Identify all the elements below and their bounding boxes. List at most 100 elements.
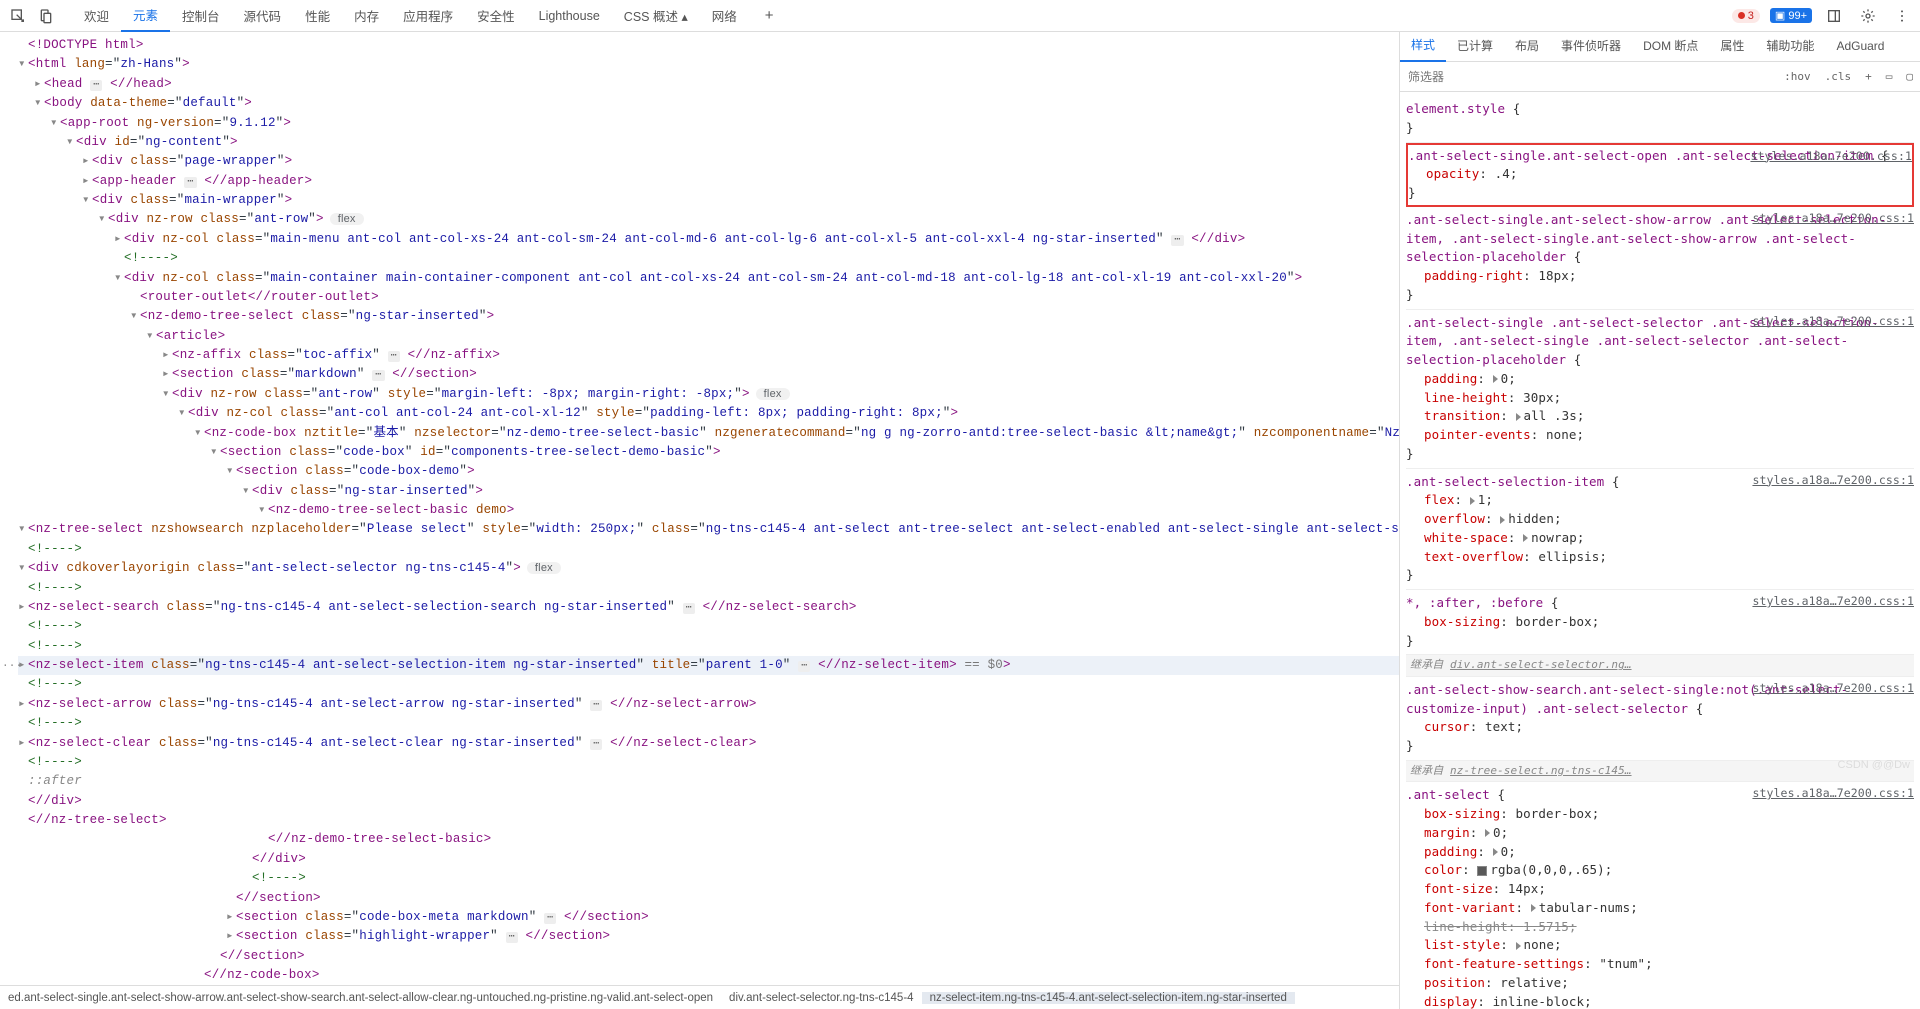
style-property[interactable]: padding: 0; — [1406, 843, 1914, 862]
style-property[interactable]: display: inline-block; — [1406, 993, 1914, 1009]
crumb[interactable]: ed.ant-select-single.ant-select-show-arr… — [0, 992, 721, 1004]
style-tab-已计算[interactable]: 已计算 — [1446, 32, 1504, 61]
error-badge[interactable]: 3 — [1732, 9, 1760, 23]
dom-line[interactable]: <//section> — [210, 947, 1399, 966]
dom-line[interactable]: <!----> — [18, 675, 1399, 694]
source-link[interactable]: styles.a18a…7e200.css:1 — [1750, 148, 1912, 165]
dom-line[interactable]: <!----> — [18, 637, 1399, 656]
style-property[interactable]: font-feature-settings: "tnum"; — [1406, 955, 1914, 974]
dom-line[interactable]: <//nz-tree-select> — [18, 811, 1399, 830]
dom-line[interactable]: ▾<nz-demo-tree-select class="ng-star-ins… — [130, 307, 1399, 326]
dom-line[interactable]: <//nz-demo-tree-select-basic> — [258, 830, 1399, 849]
style-property[interactable]: cursor: text; — [1406, 718, 1914, 737]
dom-line[interactable]: ▸<section class="markdown" ⋯ <//section> — [162, 365, 1399, 384]
style-tab-属性[interactable]: 属性 — [1709, 32, 1755, 61]
dom-line[interactable]: ▾<div class="main-wrapper"> — [82, 191, 1399, 210]
style-tab-样式[interactable]: 样式 — [1400, 32, 1446, 62]
style-property[interactable]: font-size: 14px; — [1406, 880, 1914, 899]
dom-line[interactable]: ▸<section class="highlight-wrapper" ⋯ </… — [226, 927, 1399, 946]
dom-line[interactable]: ▾<nz-code-box nztitle="基本" nzselector="n… — [194, 424, 1399, 443]
dom-line[interactable]: ▾<body data-theme="default"> — [34, 94, 1399, 113]
css-rule[interactable]: styles.a18a…7e200.css:1.ant-select-singl… — [1406, 310, 1914, 469]
dom-line[interactable]: ▸<div nz-col class="main-menu ant-col an… — [114, 230, 1399, 249]
tab-内存[interactable]: 内存 — [342, 0, 391, 31]
dom-line[interactable]: <//div> — [18, 792, 1399, 811]
filter-input[interactable] — [1400, 66, 1777, 88]
source-link[interactable]: styles.a18a…7e200.css:1 — [1752, 472, 1914, 489]
paste-icon[interactable]: ▭ — [1879, 70, 1900, 83]
style-property[interactable]: line-height: 1.5715; — [1406, 918, 1914, 937]
dom-tree[interactable]: <!DOCTYPE html>▾<html lang="zh-Hans">▸<h… — [0, 32, 1399, 985]
dom-line[interactable]: ▸<section class="code-box-meta markdown"… — [226, 908, 1399, 927]
style-property[interactable]: padding: 0; — [1406, 370, 1914, 389]
more-icon[interactable] — [1890, 4, 1914, 28]
style-tab-事件侦听器[interactable]: 事件侦听器 — [1550, 32, 1632, 61]
css-rule[interactable]: styles.a18a…7e200.css:1.ant-select {box-… — [1406, 782, 1914, 1009]
dom-line[interactable]: <!----> — [18, 753, 1399, 772]
style-tab-辅助功能[interactable]: 辅助功能 — [1755, 32, 1825, 61]
crumb[interactable]: nz-select-item.ng-tns-c145-4.ant-select-… — [922, 992, 1295, 1004]
style-tab-布局[interactable]: 布局 — [1504, 32, 1550, 61]
dom-line[interactable]: <//div> — [242, 850, 1399, 869]
dom-line[interactable]: ▾<html lang="zh-Hans"> — [18, 55, 1399, 74]
dom-line[interactable]: ▾<nz-demo-tree-select-basic demo> — [258, 501, 1399, 520]
dom-line[interactable]: <!----> — [18, 714, 1399, 733]
style-property[interactable]: box-sizing: border-box; — [1406, 613, 1914, 632]
tab-Lighthouse[interactable]: Lighthouse — [527, 3, 612, 29]
css-rule[interactable]: element.style {} — [1406, 96, 1914, 143]
style-property[interactable]: text-overflow: ellipsis; — [1406, 548, 1914, 567]
dom-line[interactable]: <!----> — [242, 869, 1399, 888]
add-rule-icon[interactable]: + — [1858, 70, 1879, 83]
dom-line[interactable]: <//nz-code-box> — [194, 966, 1399, 985]
dom-line[interactable]: ▾<section class="code-box-demo"> — [226, 462, 1399, 481]
dom-line[interactable]: ▾<nz-tree-select nzshowsearch nzplacehol… — [18, 520, 1399, 539]
tab-欢迎[interactable]: 欢迎 — [72, 0, 121, 31]
dom-line[interactable]: ▸<nz-select-clear class="ng-tns-c145-4 a… — [18, 734, 1399, 753]
dom-line[interactable]: <!DOCTYPE html> — [18, 36, 1399, 55]
css-rule[interactable]: styles.a18a…7e200.css:1.ant-select-show-… — [1406, 677, 1914, 761]
tab-安全性[interactable]: 安全性 — [465, 0, 527, 31]
style-property[interactable]: padding-right: 18px; — [1406, 267, 1914, 286]
tab-源代码[interactable]: 源代码 — [232, 0, 294, 31]
toggle-icon[interactable]: ▢ — [1899, 70, 1920, 83]
issues-badge[interactable]: ▣ 99+ — [1770, 8, 1812, 23]
source-link[interactable]: styles.a18a…7e200.css:1 — [1752, 785, 1914, 802]
dom-line[interactable]: ▾<app-root ng-version="9.1.12"> — [50, 114, 1399, 133]
style-property[interactable]: margin: 0; — [1406, 824, 1914, 843]
css-rule[interactable]: styles.a18a…7e200.css:1.ant-select-singl… — [1406, 143, 1914, 207]
source-link[interactable]: styles.a18a…7e200.css:1 — [1752, 313, 1914, 330]
device-icon[interactable] — [34, 4, 58, 28]
crumb[interactable]: div.ant-select-selector.ng-tns-c145-4 — [721, 992, 922, 1004]
dom-line[interactable]: <//section> — [226, 889, 1399, 908]
dom-line[interactable]: <!----> — [18, 540, 1399, 559]
dom-line[interactable]: ▾<article> — [146, 327, 1399, 346]
css-rule[interactable]: styles.a18a…7e200.css:1.ant-select-selec… — [1406, 469, 1914, 591]
tab-CSS 概述 ▴[interactable]: CSS 概述 ▴ — [612, 0, 700, 31]
style-property[interactable]: position: relative; — [1406, 974, 1914, 993]
style-property[interactable]: box-sizing: border-box; — [1406, 805, 1914, 824]
dom-line[interactable]: ::after — [18, 772, 1399, 791]
dom-line[interactable]: <!----> — [18, 617, 1399, 636]
source-link[interactable]: styles.a18a…7e200.css:1 — [1752, 593, 1914, 610]
style-tab-AdGuard[interactable]: AdGuard — [1825, 32, 1895, 61]
dom-line[interactable]: ...▸<nz-select-item class="ng-tns-c145-4… — [18, 656, 1399, 675]
tab-控制台[interactable]: 控制台 — [170, 0, 232, 31]
new-tab-button[interactable]: + — [753, 1, 786, 30]
dom-line[interactable]: ▾<div nz-col class="main-container main-… — [114, 269, 1399, 288]
dom-line[interactable]: ▸<head ⋯ <//head> — [34, 75, 1399, 94]
dom-line[interactable]: ▾<div nz-col class="ant-col ant-col-24 a… — [178, 404, 1399, 423]
dom-line[interactable]: ▾<section class="code-box" id="component… — [210, 443, 1399, 462]
styles-body[interactable]: element.style {}styles.a18a…7e200.css:1.… — [1400, 92, 1920, 1009]
source-link[interactable]: styles.a18a…7e200.css:1 — [1752, 680, 1914, 697]
hov-button[interactable]: :hov — [1777, 70, 1818, 83]
style-property[interactable]: flex: 1; — [1406, 491, 1914, 510]
source-link[interactable]: styles.a18a…7e200.css:1 — [1752, 210, 1914, 227]
dom-line[interactable]: ▸<nz-affix class="toc-affix" ⋯ <//nz-aff… — [162, 346, 1399, 365]
style-property[interactable]: color: rgba(0,0,0,.65); — [1406, 861, 1914, 880]
cls-button[interactable]: .cls — [1818, 70, 1859, 83]
dom-line[interactable]: ▾<div id="ng-content"> — [66, 133, 1399, 152]
style-tab-DOM 断点[interactable]: DOM 断点 — [1632, 32, 1709, 61]
css-rule[interactable]: styles.a18a…7e200.css:1.ant-select-singl… — [1406, 207, 1914, 310]
style-property[interactable]: font-variant: tabular-nums; — [1406, 899, 1914, 918]
style-property[interactable]: opacity: .4; — [1408, 165, 1908, 184]
